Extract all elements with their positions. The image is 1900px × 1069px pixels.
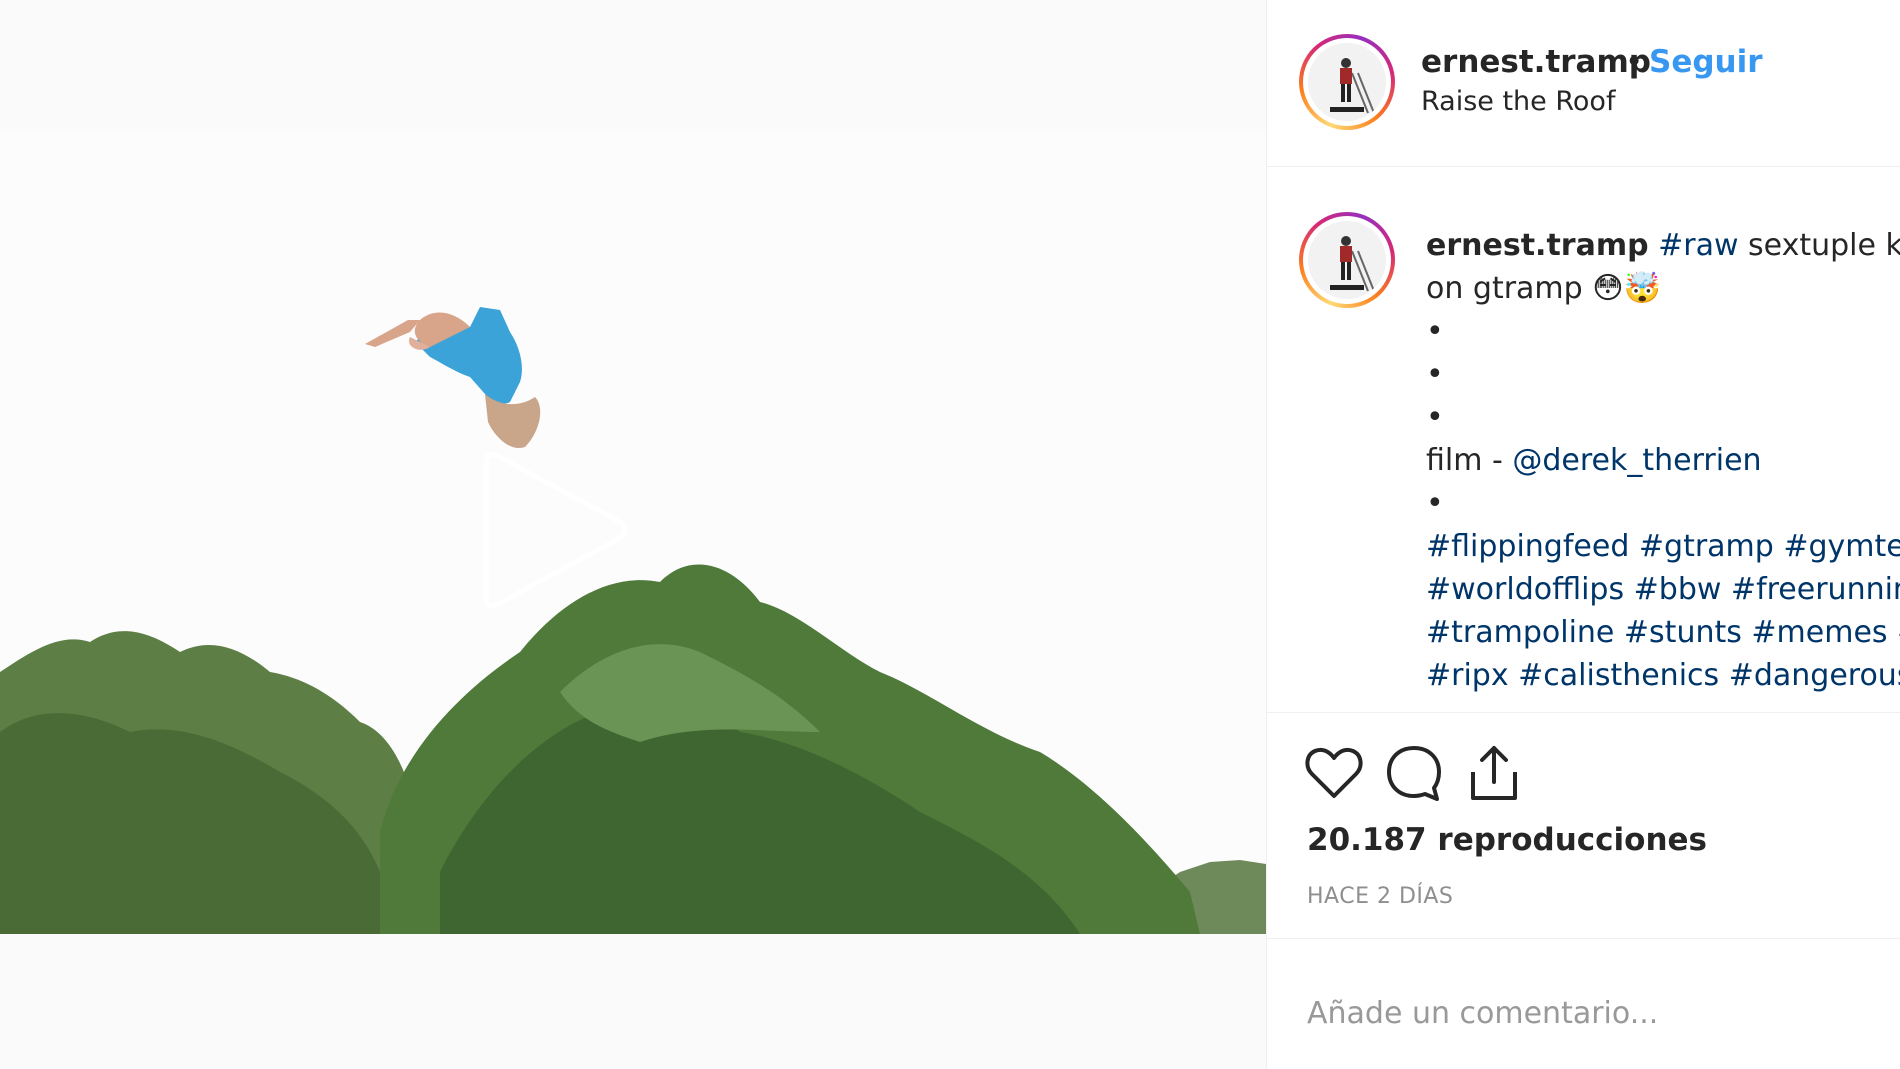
caption-line: film - @derek_therrien [1426,439,1900,482]
hashtag-line[interactable]: #trampoline #stunts #memes #f [1426,611,1900,654]
bullet: • [1426,400,1444,435]
video-player[interactable] [0,132,1266,934]
film-credit-label: film - [1426,443,1513,478]
bullet: • [1426,486,1444,521]
hashtag-link[interactable]: #raw [1658,228,1738,263]
action-bar [1267,714,1900,814]
caption-avatar[interactable] [1299,212,1395,308]
play-icon[interactable] [480,450,630,610]
bullet: • [1426,357,1444,392]
bullet: • [1426,314,1444,349]
header-username[interactable]: ernest.tramp [1421,44,1651,80]
caption-text: ernest.tramp #raw sextuple kabo on gtram… [1426,224,1900,697]
media-column [0,0,1266,1069]
header-separator: • [1625,44,1644,80]
hashtag-line[interactable]: #flippingfeed #gtramp #gymterr [1426,525,1900,568]
post-timestamp[interactable]: HACE 2 DÍAS [1307,884,1453,909]
comment-input[interactable] [1307,991,1867,1035]
avatar-image [1308,221,1386,299]
location-link[interactable]: Raise the Roof [1421,86,1615,117]
emoji: 😳🤯 [1592,271,1661,306]
share-icon[interactable] [1463,742,1525,804]
follow-button[interactable]: Seguir [1649,44,1763,80]
avatar[interactable] [1299,34,1395,130]
post-side-panel: ernest.tramp • Seguir Raise the Roof ern… [1266,0,1900,1069]
hashtag-line[interactable]: #worldofflips #bbw #freerunning [1426,568,1900,611]
views-count[interactable]: 20.187 reproducciones [1307,822,1707,858]
caption-text-fragment: sextuple kabo [1748,228,1900,263]
comment-bubble-icon[interactable] [1383,742,1445,804]
caption-line: on gtramp 😳🤯 [1426,267,1900,310]
caption-line: ernest.tramp #raw sextuple kabo [1426,224,1900,267]
post-header: ernest.tramp • Seguir Raise the Roof [1267,0,1900,167]
caption-text-fragment: on gtramp [1426,271,1593,306]
heart-icon[interactable] [1303,742,1365,804]
instagram-post-page: ernest.tramp • Seguir Raise the Roof ern… [0,0,1900,1069]
mention-link[interactable]: @derek_therrien [1512,443,1761,478]
caption-section: ernest.tramp #raw sextuple kabo on gtram… [1267,168,1900,713]
avatar-image [1308,43,1386,121]
comment-section [1267,938,1900,1069]
video-frame [0,132,1266,934]
caption-username[interactable]: ernest.tramp [1426,228,1649,263]
hashtag-line[interactable]: #ripx #calisthenics #dangerous [1426,654,1900,697]
